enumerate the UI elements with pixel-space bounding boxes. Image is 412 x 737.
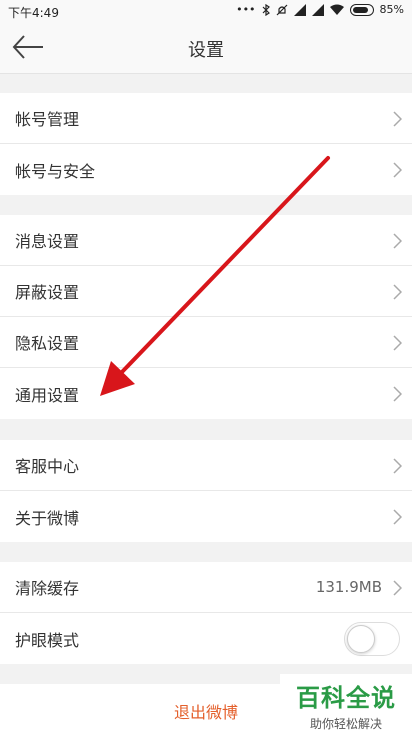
settings-item-account-security[interactable]: 帐号与安全: [0, 144, 412, 195]
nav-bar: 设置: [0, 24, 412, 74]
settings-item-label: 清除缓存: [15, 579, 80, 598]
chevron-right-icon: [393, 162, 402, 178]
settings-item-label: 消息设置: [15, 232, 80, 251]
chevron-right-icon: [393, 509, 402, 525]
settings-group-preferences: 消息设置 屏蔽设置 隐私设置 通用设置: [0, 215, 412, 419]
battery-percent: 85%: [379, 3, 404, 16]
settings-item-label: 关于微博: [15, 508, 80, 528]
chevron-right-icon: [393, 233, 402, 249]
back-button[interactable]: [12, 34, 52, 64]
settings-group-support: 客服中心 关于微博: [0, 440, 412, 542]
settings-item-label: 护眼模式: [15, 630, 80, 650]
settings-item-message[interactable]: 消息设置: [0, 215, 412, 266]
settings-item-label: 隐私设置: [15, 334, 80, 353]
cache-size: 131.9MB: [315, 578, 382, 596]
signal-icon: [293, 3, 306, 16]
settings-item-customer-service[interactable]: 客服中心: [0, 440, 412, 491]
battery-level: [352, 6, 368, 13]
eye-care-toggle[interactable]: [344, 622, 400, 656]
chevron-right-icon: [393, 458, 402, 474]
settings-item-account-management[interactable]: 帐号管理: [0, 93, 412, 144]
settings-item-eye-care: 护眼模式: [0, 613, 412, 664]
settings-item-label: 通用设置: [15, 385, 80, 405]
chevron-right-icon: [393, 111, 402, 127]
settings-item-label: 帐号与安全: [15, 161, 96, 181]
toggle-knob: [347, 625, 375, 653]
chevron-right-icon: [393, 386, 402, 402]
back-arrow-icon: [12, 35, 43, 59]
settings-item-clear-cache[interactable]: 清除缓存 131.9MB: [0, 562, 412, 613]
settings-item-privacy[interactable]: 隐私设置: [0, 317, 412, 368]
settings-item-general[interactable]: 通用设置: [0, 368, 412, 419]
watermark-subtitle: 助你轻松解决: [309, 717, 382, 731]
mute-icon: [276, 4, 287, 15]
settings-group-storage: 清除缓存 131.9MB 护眼模式: [0, 562, 412, 664]
status-icons: ••• 85%: [236, 3, 404, 16]
settings-item-about[interactable]: 关于微博: [0, 491, 412, 542]
battery-icon: [349, 3, 374, 16]
status-bar: 下午4:49 ••• 85%: [0, 0, 412, 24]
settings-group-account: 帐号管理 帐号与安全: [0, 93, 412, 195]
chevron-right-icon: [393, 335, 402, 351]
settings-item-label: 屏蔽设置: [15, 283, 80, 302]
chevron-right-icon: [393, 284, 402, 300]
settings-item-block[interactable]: 屏蔽设置: [0, 266, 412, 317]
chevron-right-icon: [393, 580, 402, 596]
signal-icon: [311, 3, 324, 16]
settings-item-label: 帐号管理: [15, 110, 80, 129]
page-title: 设置: [188, 40, 224, 61]
bluetooth-icon: [262, 3, 270, 16]
dots-icon: •••: [236, 3, 256, 16]
watermark-title: 百科全说: [296, 684, 396, 712]
status-time: 下午4:49: [8, 6, 59, 20]
watermark-logo: 百科全说 助你轻松解决: [280, 674, 412, 737]
settings-item-label: 客服中心: [15, 457, 80, 476]
wifi-icon: [329, 4, 344, 15]
